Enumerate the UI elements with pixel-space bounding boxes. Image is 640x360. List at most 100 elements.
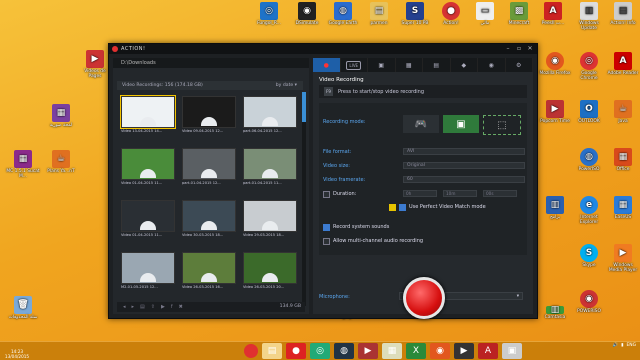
volume-icon[interactable]: 🔊 (613, 343, 618, 348)
desktop-icon[interactable]: ▦ Office (606, 148, 640, 172)
framerate-select[interactable]: 60 (403, 176, 525, 183)
desktop-icon[interactable]: ▶ Popcorn Time (538, 100, 572, 124)
desktop-icon[interactable]: ▥ Camtasia (538, 305, 572, 320)
desktop-icon[interactable]: ◎ Fungol_R... (252, 2, 286, 26)
taskbar-explorer-icon[interactable]: ▤ (262, 343, 282, 359)
taskbar-files-icon[interactable]: ▦ (382, 343, 402, 359)
duration-seconds[interactable]: 00s (483, 190, 517, 197)
tab-video-recording[interactable]: ● (313, 58, 341, 72)
desktop-icon[interactable]: ▥ Windows Update (572, 2, 606, 31)
video-size-select[interactable]: Original (403, 162, 525, 169)
desktop-icon[interactable]: ◉ DSimulate (290, 2, 324, 26)
taskbar-chrome-icon[interactable]: ◎ (310, 343, 330, 359)
video-thumbnail[interactable]: Video 26-03-2015 16... (182, 252, 236, 294)
scrollbar-thumb[interactable] (302, 92, 306, 122)
language-indicator[interactable]: ENG (627, 343, 636, 348)
video-thumbnail[interactable]: Video 09-04-2015 12... (182, 96, 236, 138)
close-icon[interactable]: ✕ (525, 45, 535, 53)
duration-hours[interactable]: 0h (403, 190, 437, 197)
desktop-icon[interactable]: ▤ Action! Info (606, 2, 640, 26)
desktop-icon[interactable]: ◉ POWERISO (572, 290, 606, 314)
game-mode-icon[interactable]: 🎮 (403, 115, 439, 133)
desktop-icon[interactable]: ▩ Minecraft (502, 2, 536, 26)
desktop-icon[interactable]: ▦ لمحة صورية (44, 104, 78, 128)
upload-icon[interactable]: ⇪ (151, 304, 155, 310)
desktop-icon[interactable]: A Adobe Reader (606, 52, 640, 76)
desktop-icon[interactable]: ▤ parmen (362, 2, 396, 26)
scrollbar[interactable] (302, 92, 306, 306)
tab-screenshot[interactable]: ▣ (368, 58, 396, 72)
region-mode-icon[interactable]: ⬚ (483, 115, 521, 135)
forward-icon[interactable]: ▸ (132, 304, 135, 310)
duration-minutes[interactable]: 10m (443, 190, 477, 197)
youtube-icon[interactable]: ▶ (161, 304, 165, 310)
desktop-icon[interactable]: e Internet Explorer (572, 196, 606, 225)
video-thumbnail[interactable]: part-06-04-2015 12... (243, 96, 297, 138)
delete-icon[interactable]: ✖ (179, 304, 183, 310)
facebook-icon[interactable]: f (171, 304, 173, 310)
taskbar-media-icon[interactable]: ▶ (454, 343, 474, 359)
tab-camera[interactable]: ◉ (478, 58, 506, 72)
desktop-icon[interactable]: A PeesII ت... (536, 2, 570, 26)
video-thumbnail[interactable]: Video 26-03-2015 20... (243, 252, 297, 294)
desktop-icon[interactable]: ▭ مالي (468, 2, 502, 26)
sort-dropdown[interactable]: by date ▾ (276, 83, 297, 88)
taskbar-steam-icon[interactable]: ◍ (334, 343, 354, 359)
taskbar-firefox-icon[interactable]: ◉ (430, 343, 450, 359)
video-thumbnail[interactable]: Video 01-04-2015 11... (121, 200, 175, 242)
taskbar-action-icon[interactable]: ● (286, 343, 306, 359)
network-icon[interactable]: ▮ (621, 343, 623, 348)
taskbar-action-icon[interactable] (244, 344, 258, 358)
desktop-icon[interactable]: ▦ MC 1.5.1 Sucat M... (6, 150, 40, 179)
recording-mode-selector: 🎮 ▣ ⬚ (403, 115, 521, 135)
taskbar-video-icon[interactable]: ▶ (358, 343, 378, 359)
multi-channel-checkbox[interactable] (323, 238, 330, 245)
desktop-icon[interactable]: ▶ Videos de Pages (78, 50, 112, 79)
hotkey-field[interactable]: F9 (324, 87, 333, 96)
perfect-match-checkbox[interactable] (399, 204, 406, 211)
tab-benchmark[interactable]: ▦ (396, 58, 423, 72)
desktop-icon[interactable]: ◍ PowerISO (572, 148, 606, 172)
tab-display[interactable]: ▤ (423, 58, 451, 72)
window-titlebar[interactable]: ACTION! – ▫ ✕ (109, 44, 537, 54)
settings-window-icon[interactable]: ▫ (514, 45, 524, 53)
tab-account[interactable]: ◆ (451, 58, 478, 72)
desktop-icon[interactable]: ◍ Google Earth (326, 2, 360, 26)
record-icon: ● (442, 2, 460, 20)
video-thumbnail[interactable]: Video 30-03-2015 18... (182, 200, 236, 242)
taskbar-adobe-icon[interactable]: A (478, 343, 498, 359)
taskbar-clock[interactable]: 14:23 13/04/2015 (2, 349, 32, 359)
desktop-icon[interactable]: ▶ Windows Media Player (606, 244, 640, 273)
desktop-mode-icon[interactable]: ▣ (443, 115, 479, 133)
desktop-icon[interactable]: ☕ Plans Ya...nT (44, 150, 78, 174)
video-thumbnail[interactable]: Video 29-03-2015 18... (243, 200, 297, 242)
taskbar-excel-icon[interactable]: X (406, 343, 426, 359)
record-button[interactable] (403, 277, 445, 319)
desktop-icon[interactable]: ▦ EaseUS (606, 196, 640, 220)
folder-path[interactable]: D:\Downloads (113, 58, 309, 68)
duration-checkbox[interactable] (323, 191, 330, 198)
taskbar-app-icon[interactable]: ▣ (502, 343, 522, 359)
desktop-icon[interactable]: 🗑 سلة المحذوفات (6, 296, 40, 320)
tab-settings[interactable]: ⚙ (506, 58, 533, 72)
desktop-icon[interactable]: ◎ Google Chrome (572, 52, 606, 81)
folder-icon[interactable]: ▤ (140, 304, 145, 310)
desktop-icon[interactable]: ● Action! (434, 2, 468, 26)
video-thumbnail[interactable]: Video 13-04-2015 14... (120, 95, 176, 138)
desktop-icon[interactable]: ☕ Java (606, 100, 640, 124)
desktop-icon[interactable]: S Skype (572, 244, 606, 268)
video-thumbnail[interactable]: M2-01-05-2015 12... (121, 252, 175, 294)
minimize-icon[interactable]: – (503, 45, 513, 53)
record-system-sounds-checkbox[interactable] (323, 224, 330, 231)
desktop-icon[interactable]: ▥ برامج (538, 196, 572, 220)
desktop-icon[interactable]: O OUTLOOK (572, 100, 606, 124)
video-thumbnail[interactable]: part-01-04-2015 11... (243, 148, 297, 190)
video-thumbnail[interactable]: Video 01-04-2015 11... (121, 148, 175, 190)
video-thumbnail[interactable]: part-01-04-2015 12... (182, 148, 236, 190)
help-icon[interactable] (389, 204, 396, 211)
desktop-icon[interactable]: ◉ Mozilla Firefox (538, 52, 572, 76)
tab-live[interactable]: LIVE (341, 58, 368, 72)
back-icon[interactable]: ◂ (123, 304, 126, 310)
desktop-icon[interactable]: S Super 10 PB (398, 2, 432, 26)
file-format-select[interactable]: AVI (403, 148, 525, 155)
